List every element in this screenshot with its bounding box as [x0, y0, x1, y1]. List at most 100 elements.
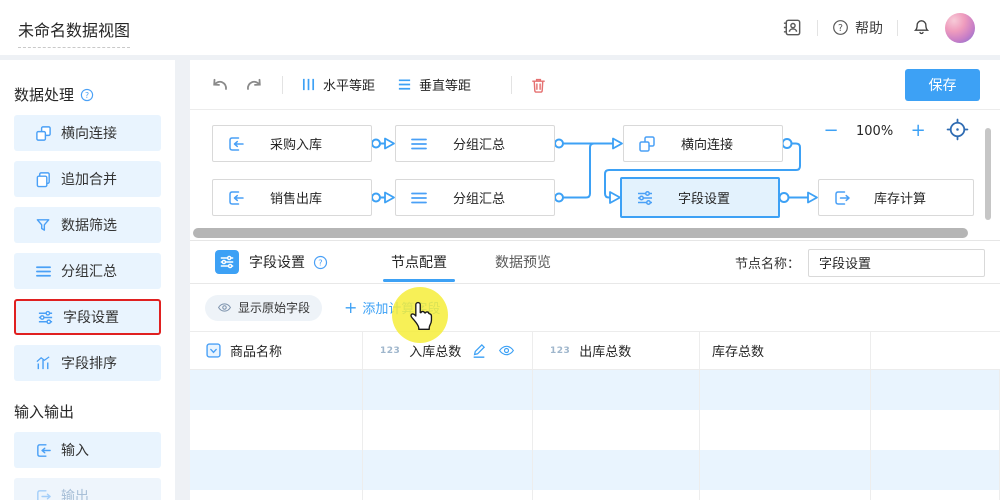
- undo-button[interactable]: [210, 76, 230, 94]
- edit-icon[interactable]: [471, 342, 487, 359]
- node-sales-outbound[interactable]: 销售出库: [212, 179, 372, 216]
- panel-actions: 显示原始字段 + 添加计算字段: [190, 284, 1000, 331]
- page-title[interactable]: 未命名数据视图: [18, 17, 130, 48]
- field-table: 商品名称 123 入库总数: [190, 331, 1000, 500]
- sidebar-item-label: 横向连接: [61, 123, 117, 143]
- sliders-icon: [636, 189, 654, 207]
- show-original-fields-label: 显示原始字段: [238, 299, 310, 316]
- show-original-fields-button[interactable]: 显示原始字段: [205, 295, 322, 321]
- eye-icon[interactable]: [498, 343, 515, 358]
- table-row[interactable]: [190, 370, 1000, 410]
- panel-tabs: 节点配置 数据预览: [383, 241, 591, 284]
- delete-node-button[interactable]: [530, 76, 547, 94]
- question-circle-icon: ?: [832, 19, 849, 36]
- sidebar-item-field-sort[interactable]: 字段排序: [14, 345, 161, 381]
- sidebar-item-group-summary[interactable]: 分组汇总: [14, 253, 161, 289]
- join-icon: [35, 125, 52, 142]
- node-purchase-inbound[interactable]: 采购入库: [212, 125, 372, 162]
- node-label: 横向连接: [656, 134, 758, 153]
- node-label: 采购入库: [245, 134, 347, 153]
- node-label: 库存计算: [851, 188, 949, 207]
- join-icon: [638, 135, 656, 153]
- sidebar-item-horizontal-join[interactable]: 横向连接: [14, 115, 161, 151]
- question-circle-icon[interactable]: ?: [80, 88, 94, 102]
- node-label: 分组汇总: [428, 188, 530, 207]
- svg-text:?: ?: [318, 257, 322, 267]
- node-label: 分组汇总: [428, 134, 530, 153]
- sidebar-item-label: 字段排序: [61, 353, 117, 373]
- help-button[interactable]: ? 帮助: [832, 18, 883, 38]
- sidebar-item-label: 输入: [61, 440, 89, 460]
- node-name-input[interactable]: [808, 249, 985, 277]
- output-icon: [35, 488, 52, 500]
- horizontal-distribute-button[interactable]: 水平等距: [301, 75, 375, 94]
- svg-text:?: ?: [85, 90, 89, 99]
- sidebar-item-label: 分组汇总: [61, 261, 117, 281]
- eye-icon: [217, 301, 232, 314]
- plus-icon: +: [344, 298, 357, 317]
- divider: [897, 20, 898, 36]
- list-icon: [410, 189, 428, 207]
- sidebar-section-input-output: 输入输出: [14, 401, 161, 422]
- canvas-vertical-scrollbar[interactable]: [985, 128, 991, 220]
- text-type-icon[interactable]: [206, 343, 221, 358]
- sidebar-item-append-merge[interactable]: 追加合并: [14, 161, 161, 197]
- column-header-product-name[interactable]: 商品名称: [190, 332, 363, 369]
- question-circle-icon[interactable]: ?: [313, 255, 328, 270]
- divider: [282, 76, 283, 94]
- table-row[interactable]: [190, 410, 1000, 450]
- redo-button[interactable]: [244, 76, 264, 94]
- tab-data-preview[interactable]: 数据预览: [487, 241, 559, 284]
- copy-icon: [35, 171, 52, 188]
- topbar-actions: ? 帮助: [782, 0, 975, 55]
- fit-view-icon[interactable]: [946, 118, 969, 145]
- section-title-label: 数据处理: [14, 84, 74, 105]
- column-header-inventory-total[interactable]: 库存总数: [700, 332, 871, 369]
- sort-chart-icon: [35, 355, 52, 372]
- sidebar-section-data-processing: 数据处理 ?: [14, 84, 161, 105]
- table-header-row: 商品名称 123 入库总数: [190, 331, 1000, 370]
- column-header-outbound-total[interactable]: 123 出库总数: [533, 332, 700, 369]
- node-group-summary-2[interactable]: 分组汇总: [395, 179, 555, 216]
- node-horizontal-join[interactable]: 横向连接: [623, 125, 783, 162]
- node-group-summary-1[interactable]: 分组汇总: [395, 125, 555, 162]
- save-button[interactable]: 保存: [905, 69, 980, 101]
- avatar[interactable]: [945, 13, 975, 43]
- sliders-icon: [37, 309, 54, 326]
- sidebar-item-label: 数据筛选: [61, 215, 117, 235]
- bell-icon[interactable]: [912, 18, 931, 37]
- list-icon: [35, 263, 52, 280]
- vertical-distribute-button[interactable]: 垂直等距: [397, 75, 471, 94]
- add-calculated-field-label: 添加计算字段: [362, 298, 440, 317]
- top-bar: 未命名数据视图 ? 帮助: [0, 0, 1000, 55]
- output-icon: [833, 189, 851, 207]
- contacts-icon[interactable]: [782, 17, 803, 38]
- input-icon: [227, 189, 245, 207]
- flow-canvas[interactable]: 采购入库 分组汇总 横向连接 销售出库: [190, 110, 1000, 228]
- node-inventory-calc[interactable]: 库存计算: [818, 179, 974, 216]
- sidebar-item-input[interactable]: 输入: [14, 432, 161, 468]
- input-icon: [227, 135, 245, 153]
- vertical-distribute-label: 垂直等距: [419, 75, 471, 94]
- add-calculated-field-button[interactable]: + 添加计算字段: [344, 298, 440, 317]
- scrollbar-thumb[interactable]: [193, 228, 968, 238]
- column-label: 商品名称: [230, 341, 282, 360]
- column-header-empty: [871, 332, 1000, 369]
- node-name-label: 节点名称：: [735, 253, 800, 272]
- help-label: 帮助: [855, 18, 883, 38]
- zoom-controls: − 100% +: [818, 118, 931, 144]
- table-row[interactable]: [190, 490, 1000, 500]
- table-row[interactable]: [190, 450, 1000, 490]
- node-field-settings[interactable]: 字段设置: [620, 177, 780, 218]
- svg-text:?: ?: [838, 23, 843, 34]
- column-header-inbound-total[interactable]: 123 入库总数: [363, 332, 533, 369]
- zoom-out-button[interactable]: −: [818, 118, 844, 144]
- sidebar-item-output[interactable]: 输出: [14, 478, 161, 500]
- tab-node-config[interactable]: 节点配置: [383, 241, 455, 284]
- canvas-toolbar: 水平等距 垂直等距 保存: [190, 60, 1000, 110]
- sidebar-item-label: 输出: [61, 486, 89, 500]
- sidebar-item-data-filter[interactable]: 数据筛选: [14, 207, 161, 243]
- zoom-in-button[interactable]: +: [905, 118, 931, 144]
- divider: [817, 20, 818, 36]
- sidebar-item-field-settings[interactable]: 字段设置: [14, 299, 161, 335]
